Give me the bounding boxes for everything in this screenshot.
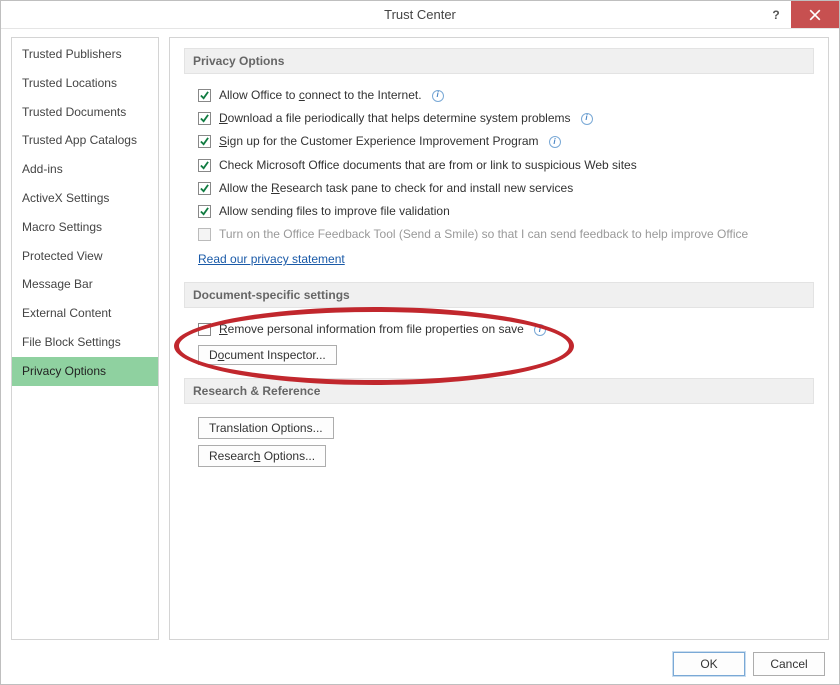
translation-options-button[interactable]: Translation Options... xyxy=(198,417,334,439)
window-controls: ? xyxy=(761,1,839,28)
privacy-option-label: Sign up for the Customer Experience Impr… xyxy=(219,132,539,151)
sidebar-item-privacy-options[interactable]: Privacy Options xyxy=(12,357,158,386)
sidebar-item-message-bar[interactable]: Message Bar xyxy=(12,270,158,299)
sidebar-item-protected-view[interactable]: Protected View xyxy=(12,242,158,271)
privacy-option-checkbox[interactable] xyxy=(198,112,211,125)
info-icon[interactable] xyxy=(432,90,444,102)
research-options-button[interactable]: Research Options... xyxy=(198,445,326,467)
privacy-option-label: Turn on the Office Feedback Tool (Send a… xyxy=(219,225,748,244)
privacy-option-label: Download a file periodically that helps … xyxy=(219,109,571,128)
privacy-option-row: Turn on the Office Feedback Tool (Send a… xyxy=(184,223,814,246)
titlebar: Trust Center ? xyxy=(1,1,839,29)
info-icon[interactable] xyxy=(581,113,593,125)
cancel-button[interactable]: Cancel xyxy=(753,652,825,676)
privacy-option-row: Sign up for the Customer Experience Impr… xyxy=(184,130,814,153)
privacy-option-label: Allow the Research task pane to check fo… xyxy=(219,179,573,198)
sidebar-item-activex-settings[interactable]: ActiveX Settings xyxy=(12,184,158,213)
close-icon xyxy=(809,9,821,21)
sidebar-item-file-block-settings[interactable]: File Block Settings xyxy=(12,328,158,357)
remove-personal-info-label: Remove personal information from file pr… xyxy=(219,320,524,339)
remove-personal-info-row: Remove personal information from file pr… xyxy=(184,318,814,341)
sidebar-item-external-content[interactable]: External Content xyxy=(12,299,158,328)
privacy-option-checkbox[interactable] xyxy=(198,135,211,148)
settings-panel: Privacy Options Allow Office to connect … xyxy=(169,37,829,640)
section-header-document-specific: Document-specific settings xyxy=(184,282,814,308)
sidebar-item-add-ins[interactable]: Add-ins xyxy=(12,155,158,184)
document-inspector-button[interactable]: Document Inspector... xyxy=(198,345,337,365)
sidebar-item-macro-settings[interactable]: Macro Settings xyxy=(12,213,158,242)
help-button[interactable]: ? xyxy=(761,1,791,28)
privacy-option-row: Allow sending files to improve file vali… xyxy=(184,200,814,223)
dialog-body: Trusted Publishers Trusted Locations Tru… xyxy=(1,29,839,644)
sidebar-item-trusted-app-catalogs[interactable]: Trusted App Catalogs xyxy=(12,126,158,155)
privacy-option-checkbox xyxy=(198,228,211,241)
privacy-option-checkbox[interactable] xyxy=(198,182,211,195)
sidebar-item-trusted-locations[interactable]: Trusted Locations xyxy=(12,69,158,98)
close-button[interactable] xyxy=(791,1,839,28)
remove-personal-info-checkbox[interactable] xyxy=(198,323,211,336)
sidebar-item-trusted-publishers[interactable]: Trusted Publishers xyxy=(12,40,158,69)
privacy-option-label: Allow Office to connect to the Internet. xyxy=(219,86,422,105)
privacy-option-row: Download a file periodically that helps … xyxy=(184,107,814,130)
sidebar-item-trusted-documents[interactable]: Trusted Documents xyxy=(12,98,158,127)
info-icon[interactable] xyxy=(534,324,546,336)
privacy-options-group: Allow Office to connect to the Internet.… xyxy=(184,84,814,246)
privacy-option-checkbox[interactable] xyxy=(198,159,211,172)
privacy-option-checkbox[interactable] xyxy=(198,205,211,218)
privacy-option-row: Check Microsoft Office documents that ar… xyxy=(184,154,814,177)
info-icon[interactable] xyxy=(549,136,561,148)
section-header-privacy-options: Privacy Options xyxy=(184,48,814,74)
privacy-option-checkbox[interactable] xyxy=(198,89,211,102)
trust-center-dialog: Trust Center ? Trusted Publishers Truste… xyxy=(0,0,840,685)
privacy-statement-link[interactable]: Read our privacy statement xyxy=(184,246,345,274)
privacy-option-row: Allow Office to connect to the Internet. xyxy=(184,84,814,107)
privacy-option-label: Check Microsoft Office documents that ar… xyxy=(219,156,637,175)
category-sidebar: Trusted Publishers Trusted Locations Tru… xyxy=(11,37,159,640)
privacy-option-row: Allow the Research task pane to check fo… xyxy=(184,177,814,200)
ok-button[interactable]: OK xyxy=(673,652,745,676)
dialog-footer: OK Cancel xyxy=(1,644,839,684)
dialog-title: Trust Center xyxy=(384,7,456,22)
section-header-research-reference: Research & Reference xyxy=(184,378,814,404)
privacy-option-label: Allow sending files to improve file vali… xyxy=(219,202,450,221)
